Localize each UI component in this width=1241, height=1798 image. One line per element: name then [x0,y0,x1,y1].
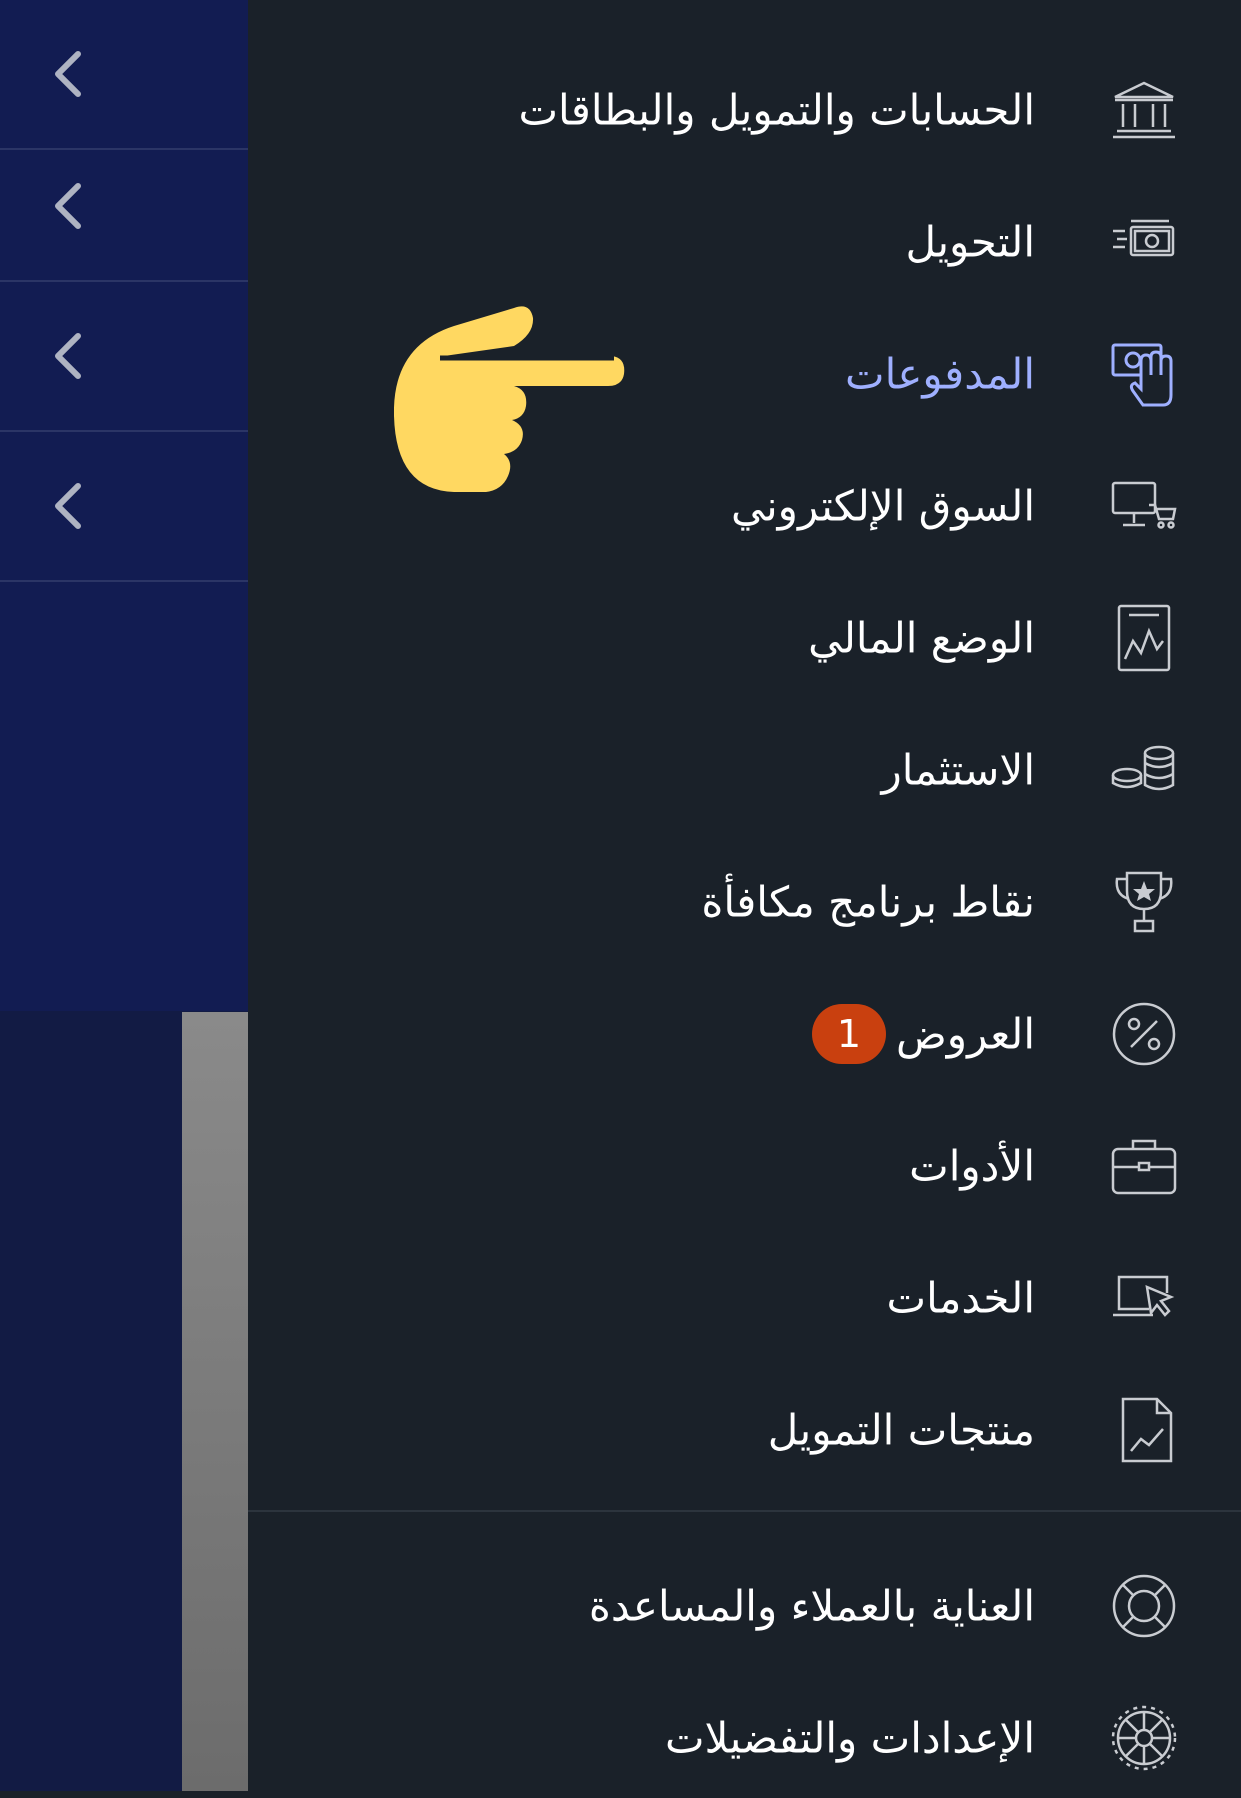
menu-item-transfer[interactable]: التحويل [248,182,1241,302]
left-row-1[interactable] [0,0,248,150]
menu-label: نقاط برنامج مكافأة [701,877,1035,927]
menu-label: الوضع المالي [808,613,1035,663]
menu-item-rewards[interactable]: نقاط برنامج مكافأة [248,842,1241,962]
percent-icon [1112,1002,1176,1066]
menu-item-services[interactable]: الخدمات [248,1238,1241,1358]
menu-label: التحويل [905,217,1035,267]
pointing-hand-icon [394,306,625,492]
left-row-3[interactable] [0,282,248,432]
menu-item-tools[interactable]: الأدوات [248,1106,1241,1226]
notification-badge: 1 [812,1004,886,1064]
menu-item-settings[interactable]: الإعدادات والتفضيلات [248,1678,1241,1798]
side-menu: الحسابات والتمويل والبطاقات التحويل المد… [248,0,1241,1791]
menu-item-financial-status[interactable]: الوضع المالي [248,578,1241,698]
left-row-4[interactable] [0,432,248,582]
coins-stack-icon [1111,745,1175,791]
menu-item-offers[interactable]: العروض 1 [248,974,1241,1094]
payment-hand-icon [1111,343,1173,407]
lifebuoy-icon [1112,1574,1176,1638]
money-transfer-icon [1113,219,1175,257]
menu-label: العناية بالعملاء والمساعدة [588,1581,1035,1631]
settings-wheel-icon [1111,1705,1177,1771]
monitor-cart-icon [1111,481,1177,529]
menu-item-accounts[interactable]: الحسابات والتمويل والبطاقات [248,50,1241,170]
document-chart-icon [1121,1397,1173,1463]
menu-label: منتجات التمويل [767,1405,1035,1455]
menu-item-finance-products[interactable]: منتجات التمويل [248,1370,1241,1490]
menu-label: الحسابات والتمويل والبطاقات [518,85,1035,135]
menu-label: المدفوعات [845,349,1035,399]
left-panel-upper [0,0,248,1011]
menu-label: السوق الإلكتروني [730,481,1035,531]
menu-label: الإعدادات والتفضيلات [664,1713,1035,1763]
chevron-left-icon [55,51,81,97]
chevron-left-icon [55,183,81,229]
menu-label: الاستثمار [881,745,1035,795]
left-panel [0,0,248,1791]
scroll-overlay-bar [182,1012,248,1791]
laptop-cursor-icon [1113,1275,1175,1317]
chevron-left-icon [55,333,81,379]
menu-label: العروض [896,1009,1035,1059]
trophy-icon [1115,871,1173,933]
menu-item-customer-care[interactable]: العناية بالعملاء والمساعدة [248,1546,1241,1666]
menu-item-investment[interactable]: الاستثمار [248,710,1241,830]
menu-divider [248,1510,1241,1512]
briefcase-icon [1111,1139,1177,1195]
bank-icon [1113,81,1175,139]
menu-label: الأدوات [909,1141,1035,1191]
chevron-left-icon [55,483,81,529]
left-row-2[interactable] [0,132,248,282]
financial-chart-icon [1117,604,1171,672]
menu-label: الخدمات [886,1273,1035,1323]
